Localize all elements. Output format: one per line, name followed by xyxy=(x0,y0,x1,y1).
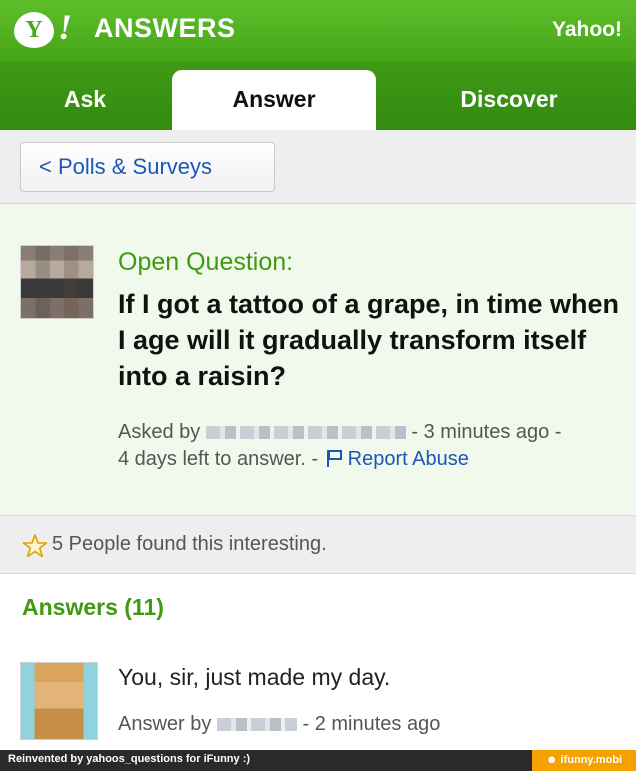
yahoo-home-link[interactable]: Yahoo! xyxy=(552,18,622,42)
yahoo-logo-badge[interactable]: Y xyxy=(14,12,54,48)
answerer-name-redacted[interactable] xyxy=(216,718,297,732)
asked-by-label: Asked by xyxy=(118,421,201,443)
answer-text: You, sir, just made my day. xyxy=(118,664,391,690)
question-time-ago: - 3 minutes ago - xyxy=(411,421,562,443)
main-tabs: Ask Answer Discover xyxy=(0,62,636,130)
answer-by-label: Answer by xyxy=(118,713,212,735)
question-title: If I got a tattoo of a grape, in time wh… xyxy=(118,289,620,391)
report-abuse-label: Report Abuse xyxy=(347,448,469,470)
watermark-credit: Reinvented by yahoos_questions for iFunn… xyxy=(8,753,251,765)
asker-avatar[interactable] xyxy=(20,245,94,319)
interesting-count-text: 5 People found this interesting. xyxy=(52,533,327,555)
question-card: Open Question: If I got a tattoo of a gr… xyxy=(0,204,636,516)
ifunny-badge: ☻ ifunny.mobi xyxy=(532,750,636,771)
breadcrumb-polls-surveys-button[interactable]: < Polls & Surveys xyxy=(20,142,275,192)
yahoo-logo-exclamation: ! xyxy=(58,7,73,47)
answers-logo-text[interactable]: ANSWERS xyxy=(94,13,236,44)
answer-meta: Answer by - 2 minutes ago xyxy=(118,713,440,736)
breadcrumb-bar: < Polls & Surveys xyxy=(0,130,636,204)
tab-discover[interactable]: Discover xyxy=(396,70,622,130)
open-question-label: Open Question: xyxy=(118,248,294,276)
answer-time-ago: - 2 minutes ago xyxy=(302,713,441,735)
interesting-bar: 5 People found this interesting. xyxy=(0,516,636,574)
report-abuse-link[interactable]: Report Abuse xyxy=(324,448,469,470)
tab-ask[interactable]: Ask xyxy=(0,70,170,130)
watermark-footer: Reinvented by yahoos_questions for iFunn… xyxy=(0,750,636,771)
star-icon[interactable] xyxy=(22,533,48,559)
tab-answer[interactable]: Answer xyxy=(172,70,376,130)
answers-heading: Answers (11) xyxy=(22,594,164,620)
app-header: Y ! ANSWERS Yahoo! xyxy=(0,0,636,62)
time-left-label: 4 days left to answer. - xyxy=(118,448,319,470)
flag-icon xyxy=(326,450,342,467)
question-meta: Asked by - 3 minutes ago - 4 days left t… xyxy=(118,419,623,473)
answerer-avatar[interactable] xyxy=(20,662,98,740)
asker-name-redacted[interactable] xyxy=(205,426,406,440)
